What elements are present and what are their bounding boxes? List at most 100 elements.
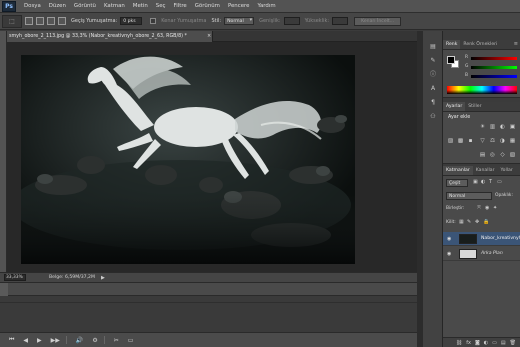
exposure-icon[interactable]: ▣: [509, 124, 516, 131]
red-slider-track[interactable]: [471, 57, 517, 60]
character-icon[interactable]: A: [429, 85, 437, 92]
menu-item-help[interactable]: Yardım: [257, 3, 275, 9]
feather-input[interactable]: 0 pks: [120, 17, 143, 25]
filter-shape-icon[interactable]: ▭: [497, 179, 502, 185]
menu-item-filter[interactable]: Filtre: [174, 3, 187, 9]
layer-name[interactable]: Arka Plan: [481, 247, 503, 261]
history-icon[interactable]: ▤: [429, 43, 437, 50]
menu-item-type[interactable]: Metin: [133, 3, 148, 9]
antialias-checkbox[interactable]: [150, 18, 157, 24]
blend-mode-select[interactable]: Normal: [446, 192, 492, 200]
refine-edge-button[interactable]: Kenarı İncelt...: [354, 16, 402, 26]
filter-adjustment-icon[interactable]: ◐: [481, 179, 485, 185]
clone-source-icon[interactable]: ⚇: [429, 113, 437, 120]
threshold-icon[interactable]: ▧: [509, 152, 516, 159]
timeline-tab[interactable]: [0, 283, 8, 296]
canvas-area[interactable]: [7, 42, 417, 272]
intersect-selection-icon[interactable]: [58, 17, 66, 25]
menu-item-file[interactable]: Dosya: [24, 3, 41, 9]
subtract-selection-icon[interactable]: [47, 17, 55, 25]
menu-item-edit[interactable]: Düzen: [49, 3, 66, 9]
foreground-color-swatch[interactable]: [447, 56, 455, 64]
levels-icon[interactable]: ▥: [489, 124, 496, 131]
audio-icon[interactable]: 🔊: [76, 337, 83, 344]
color-balance-icon[interactable]: ⚖: [489, 138, 496, 145]
brightness-icon[interactable]: ☀: [479, 124, 486, 131]
layer-mask-icon[interactable]: ◙: [475, 340, 480, 346]
color-lookup-icon[interactable]: ▪: [467, 138, 474, 145]
menu-item-select[interactable]: Seç: [156, 3, 166, 9]
settings-icon[interactable]: ⚙: [92, 337, 97, 344]
paragraph-icon[interactable]: ¶: [429, 99, 437, 106]
menu-item-view[interactable]: Görünüm: [195, 3, 220, 9]
lock-transparency-icon[interactable]: ▦: [459, 219, 464, 225]
new-group-icon[interactable]: ▭: [492, 340, 497, 346]
menu-item-window[interactable]: Pencere: [228, 3, 250, 9]
width-input[interactable]: [283, 17, 300, 25]
filter-type-icon[interactable]: T: [489, 179, 492, 185]
next-frame-icon[interactable]: ▶▶: [51, 337, 60, 344]
delete-layer-icon[interactable]: 🗑: [510, 340, 516, 346]
lock-all-icon[interactable]: 🔒: [483, 219, 489, 225]
marquee-tool-preset[interactable]: ⬚: [2, 14, 22, 28]
height-input[interactable]: [332, 17, 349, 25]
new-layer-icon[interactable]: ▤: [501, 340, 506, 346]
layer-style-icon[interactable]: fx: [466, 340, 471, 346]
gradient-map-icon[interactable]: ▨: [447, 138, 454, 145]
layer-name[interactable]: Nabor_kreativnyh: [481, 232, 520, 246]
lock-position-icon[interactable]: ✥: [475, 219, 479, 225]
style-select[interactable]: Normal: [224, 17, 255, 25]
red-slider[interactable]: R: [465, 55, 517, 61]
curves-icon[interactable]: ◐: [499, 124, 506, 131]
lock-pixels-icon[interactable]: ✎: [467, 219, 471, 225]
unify-visibility-icon[interactable]: ◉: [485, 205, 489, 211]
layer-filter-select[interactable]: Çeşit: [446, 179, 468, 187]
color-spectrum[interactable]: [447, 86, 517, 94]
go-to-first-frame-icon[interactable]: ⏮: [9, 336, 14, 344]
filter-pixel-icon[interactable]: ▣: [473, 179, 478, 185]
close-tab-icon[interactable]: ×: [207, 31, 211, 42]
visibility-eye-icon[interactable]: ◉: [447, 251, 451, 257]
adjustments-panel-tabs: Ayarlar Stiller: [443, 102, 520, 112]
document-tab[interactable]: smyh_obore_2_113.jpg @ 33,3% (Nabor_krea…: [7, 31, 213, 42]
tab-swatches[interactable]: Renk Örnekleri: [460, 40, 500, 49]
link-layers-icon[interactable]: ⛓: [456, 340, 462, 346]
panel-menu-icon[interactable]: ≡: [514, 41, 518, 47]
transition-icon[interactable]: ▭: [128, 337, 134, 344]
green-slider-track[interactable]: [471, 66, 517, 69]
channel-mixer-icon[interactable]: ▤: [479, 152, 486, 159]
selective-color-icon[interactable]: ▩: [457, 138, 464, 145]
menu-item-layer[interactable]: Katman: [104, 3, 125, 9]
black-white-icon[interactable]: ◑: [499, 138, 506, 145]
posterize-icon[interactable]: ◇: [499, 152, 506, 159]
tab-color[interactable]: Renk: [443, 40, 461, 49]
unify-position-icon[interactable]: ⤧: [477, 205, 481, 211]
play-icon[interactable]: ▶: [37, 337, 42, 344]
tab-paths[interactable]: Yollar: [497, 166, 515, 175]
green-slider[interactable]: G: [465, 64, 517, 70]
blue-slider[interactable]: B: [465, 73, 517, 79]
status-menu-arrow-icon[interactable]: ▶: [101, 275, 105, 281]
adjustment-layer-icon[interactable]: ◐: [484, 340, 488, 346]
tab-layers[interactable]: Katmanlar: [443, 166, 473, 175]
zoom-level-field[interactable]: 33,33%: [4, 274, 26, 281]
layer-row[interactable]: ◉ Arka Plan: [443, 247, 520, 261]
menu-item-image[interactable]: Görüntü: [74, 3, 96, 9]
split-icon[interactable]: ✂: [114, 337, 119, 344]
unify-style-icon[interactable]: ✦: [493, 205, 497, 211]
add-selection-icon[interactable]: [36, 17, 44, 25]
canvas-image[interactable]: [21, 55, 355, 264]
visibility-eye-icon[interactable]: ◉: [447, 236, 451, 242]
blue-slider-track[interactable]: [471, 75, 517, 78]
layer-row[interactable]: ◉ Nabor_kreativnyh: [443, 232, 520, 246]
previous-frame-icon[interactable]: ◀: [23, 337, 28, 344]
new-selection-icon[interactable]: [25, 17, 33, 25]
vibrance-icon[interactable]: ▽: [479, 138, 486, 145]
photo-filter-icon[interactable]: ▦: [509, 138, 516, 145]
invert-icon[interactable]: ◎: [489, 152, 496, 159]
info-icon[interactable]: ⓘ: [429, 71, 437, 78]
tab-channels[interactable]: Kanallar: [473, 166, 498, 175]
brush-icon[interactable]: ✎: [429, 57, 437, 64]
tab-styles[interactable]: Stiller: [465, 102, 484, 111]
tab-adjustments[interactable]: Ayarlar: [443, 102, 466, 111]
